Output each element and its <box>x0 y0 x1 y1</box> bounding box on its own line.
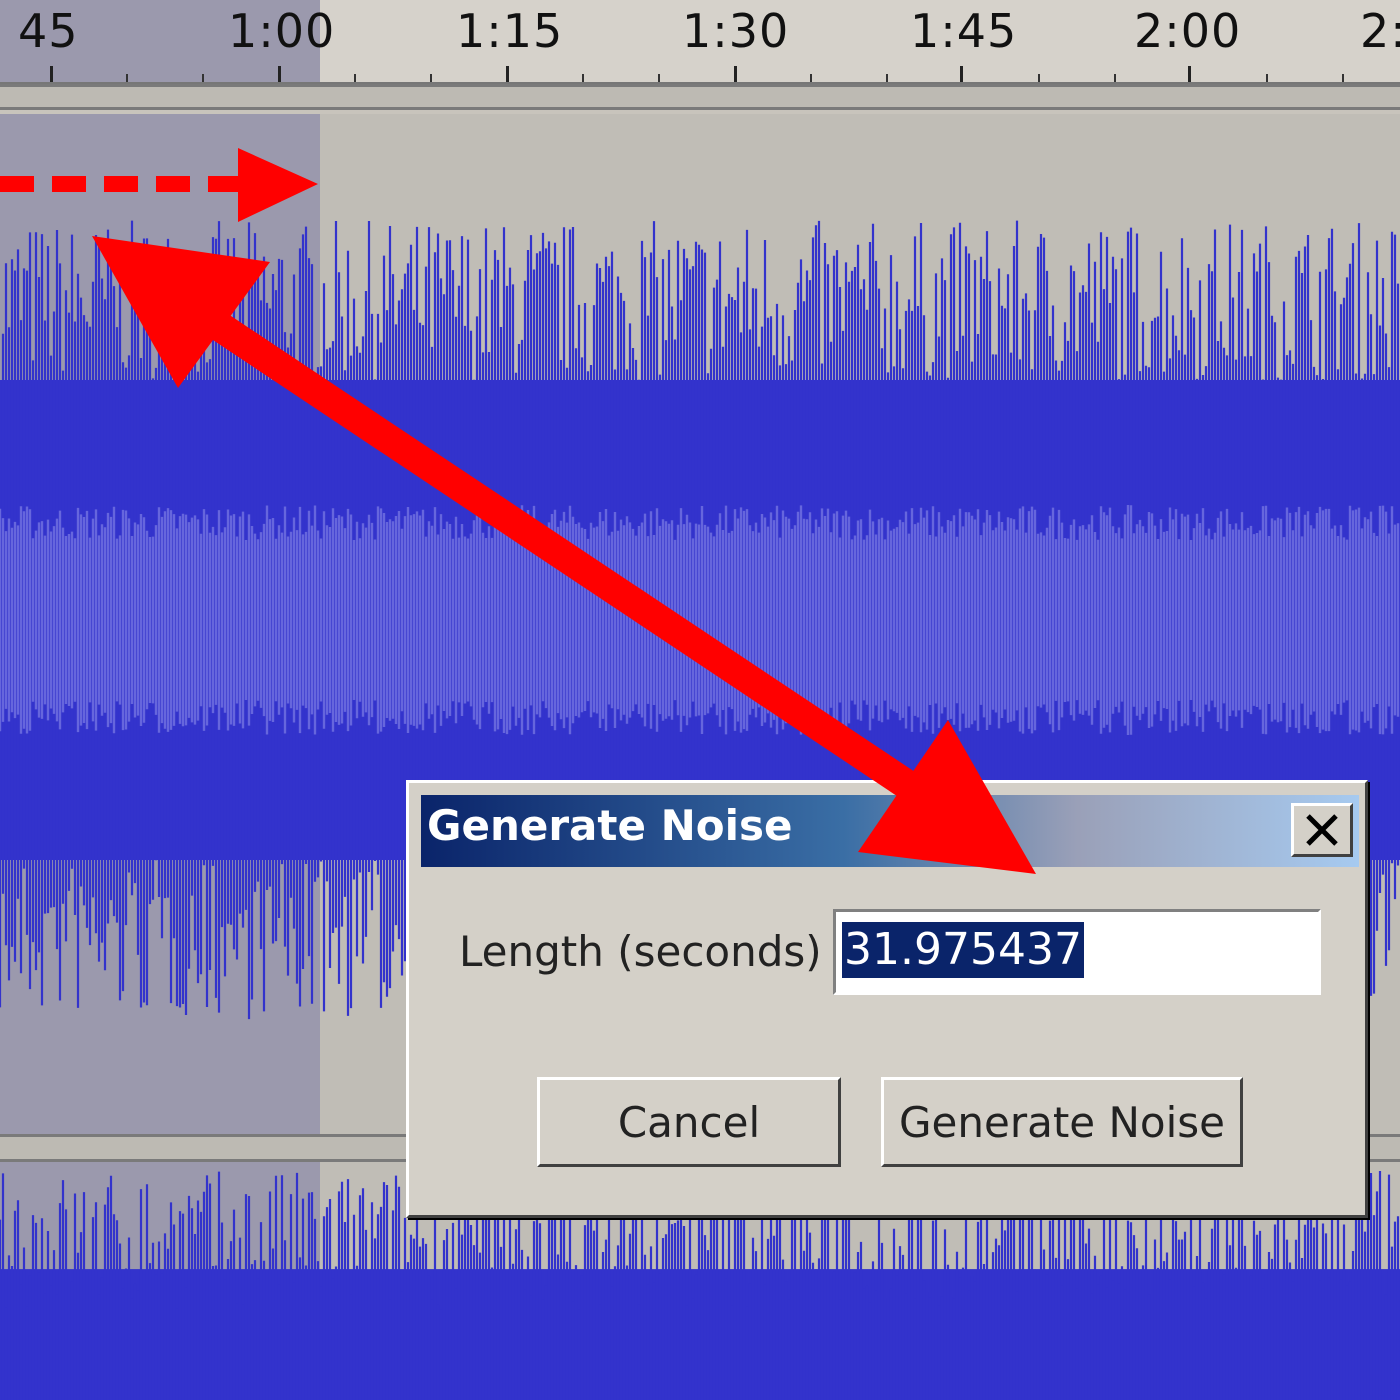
ruler-label: 1:15 <box>456 4 564 58</box>
ruler-minor-tick <box>354 74 356 82</box>
track-separator <box>0 84 1400 110</box>
dialog-titlebar[interactable]: Generate Noise <box>421 795 1359 867</box>
ruler-minor-tick <box>1266 74 1268 82</box>
ruler-minor-tick <box>582 74 584 82</box>
length-label: Length (seconds) <box>459 927 822 976</box>
ruler-major-tick <box>1188 66 1191 82</box>
ruler-major-tick <box>734 66 737 82</box>
length-input[interactable]: 31.975437 <box>833 909 1321 995</box>
ruler-minor-tick <box>658 74 660 82</box>
ruler-minor-tick <box>886 74 888 82</box>
ruler-minor-tick <box>430 74 432 82</box>
ruler-minor-tick <box>1038 74 1040 82</box>
ruler-minor-tick <box>202 74 204 82</box>
ruler-minor-tick <box>1114 74 1116 82</box>
ruler-major-tick <box>960 66 963 82</box>
dialog-title: Generate Noise <box>427 801 793 850</box>
close-icon <box>1306 814 1338 846</box>
generate-noise-dialog: Generate Noise Length (seconds) 31.97543… <box>406 780 1368 1218</box>
ruler-label: 45 <box>18 4 79 58</box>
ruler-label: 1:45 <box>910 4 1018 58</box>
ruler-minor-tick <box>810 74 812 82</box>
ruler-label: 1:00 <box>228 4 336 58</box>
ruler-major-tick <box>50 66 53 82</box>
ruler-major-tick <box>278 66 281 82</box>
ruler-label: 2:00 <box>1134 4 1242 58</box>
ruler-minor-tick <box>1342 74 1344 82</box>
ruler-label: 2: <box>1360 4 1400 58</box>
length-input-value: 31.975437 <box>842 922 1084 978</box>
close-button[interactable] <box>1291 803 1353 857</box>
ruler-minor-tick <box>126 74 128 82</box>
generate-noise-button[interactable]: Generate Noise <box>881 1077 1243 1167</box>
ruler-major-tick <box>506 66 509 82</box>
ruler-label: 1:30 <box>682 4 790 58</box>
cancel-button[interactable]: Cancel <box>537 1077 841 1167</box>
timeline-ruler[interactable]: 45 1:00 1:15 1:30 1:45 2:00 2: <box>0 0 1400 84</box>
